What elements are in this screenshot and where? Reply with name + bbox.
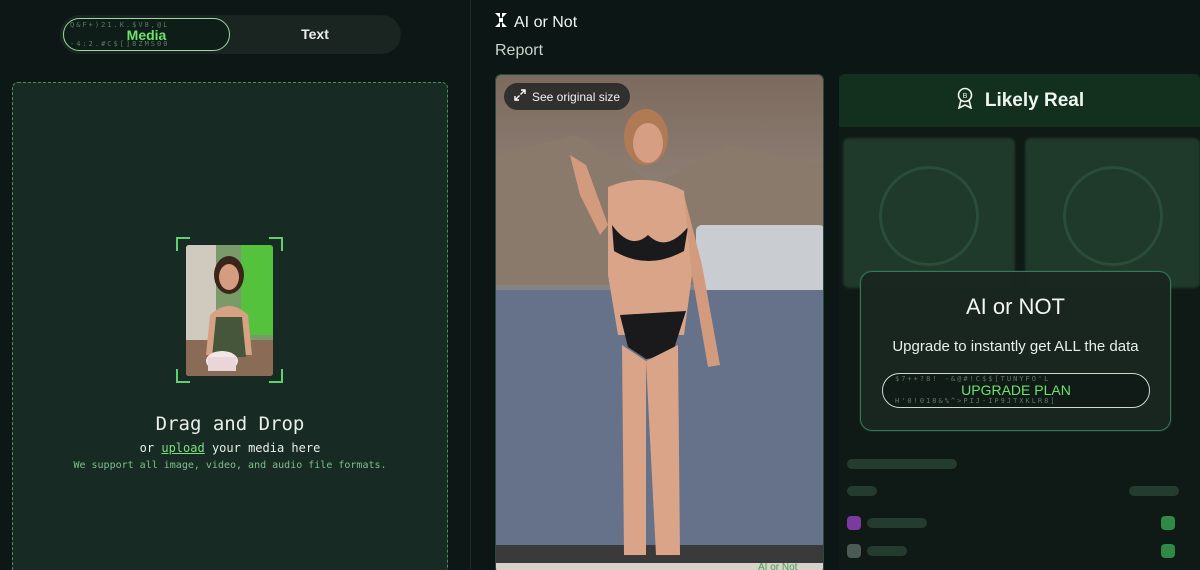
blurred-dot bbox=[1161, 516, 1175, 530]
blurred-text bbox=[867, 518, 927, 528]
svg-text:B: B bbox=[962, 92, 967, 100]
blurred-gauge bbox=[879, 166, 979, 266]
drop-zone-subtitle: or upload your media here bbox=[13, 441, 447, 455]
watermark: AI or Not bbox=[758, 562, 798, 570]
blurred-text bbox=[867, 546, 907, 556]
brand-logo: AI or Not bbox=[494, 12, 577, 33]
drop-zone-sub-suffix: your media here bbox=[204, 441, 321, 455]
panel-divider bbox=[470, 0, 471, 570]
see-original-size-button[interactable]: See original size bbox=[504, 83, 631, 110]
blurred-gauge bbox=[1063, 166, 1163, 266]
tab-text[interactable]: Text bbox=[232, 18, 398, 51]
upgrade-title: AI or NOT bbox=[965, 294, 1065, 319]
upgrade-card: AI or NOT Upgrade to instantly get ALL t… bbox=[860, 271, 1171, 431]
blurred-dot bbox=[1161, 544, 1175, 558]
blurred-dot bbox=[847, 544, 861, 558]
upgrade-plan-button[interactable]: $7++?8! -&@#!C$$[TUNYFO'L H'0!018&%^>PIJ… bbox=[882, 373, 1150, 408]
sample-image-frame bbox=[176, 237, 283, 383]
expand-icon bbox=[514, 89, 526, 104]
uploaded-image-preview: See original size AI or Not bbox=[495, 74, 824, 570]
verdict-label: Likely Real bbox=[984, 89, 1085, 111]
upgrade-subtitle: Upgrade to instantly get ALL the data bbox=[892, 338, 1139, 355]
media-text-toggle: Q&F+)21.K.$V8,@L -4:2.#C$[]8ZMS00 Media … bbox=[60, 15, 401, 54]
blurred-text bbox=[847, 486, 877, 496]
supported-formats-note: We support all image, video, and audio f… bbox=[73, 460, 387, 471]
tab-media-label: Media bbox=[126, 27, 167, 43]
brand-title: AI or Not bbox=[514, 13, 578, 31]
upload-link[interactable]: upload bbox=[161, 441, 204, 455]
blurred-text bbox=[1129, 486, 1179, 496]
drop-zone-title: Drag and Drop bbox=[155, 413, 305, 435]
see-original-size-label: See original size bbox=[532, 89, 621, 104]
drop-zone[interactable]: Drag and Drop or upload your media here … bbox=[12, 82, 448, 570]
report-heading: Report bbox=[495, 42, 544, 59]
award-badge-icon: B bbox=[955, 87, 975, 114]
brand-icon bbox=[494, 12, 508, 33]
drop-zone-sub-prefix: or bbox=[139, 441, 162, 455]
tab-media[interactable]: Q&F+)21.K.$V8,@L -4:2.#C$[]8ZMS00 Media bbox=[63, 18, 230, 51]
blurred-text bbox=[847, 459, 957, 469]
verdict-banner: B Likely Real bbox=[839, 74, 1200, 127]
upgrade-plan-label: UPGRADE PLAN bbox=[961, 382, 1071, 398]
sample-thumbnail bbox=[186, 245, 273, 376]
blurred-dot bbox=[847, 516, 861, 530]
upload-panel: Q&F+)21.K.$V8,@L -4:2.#C$[]8ZMS00 Media … bbox=[0, 0, 470, 570]
